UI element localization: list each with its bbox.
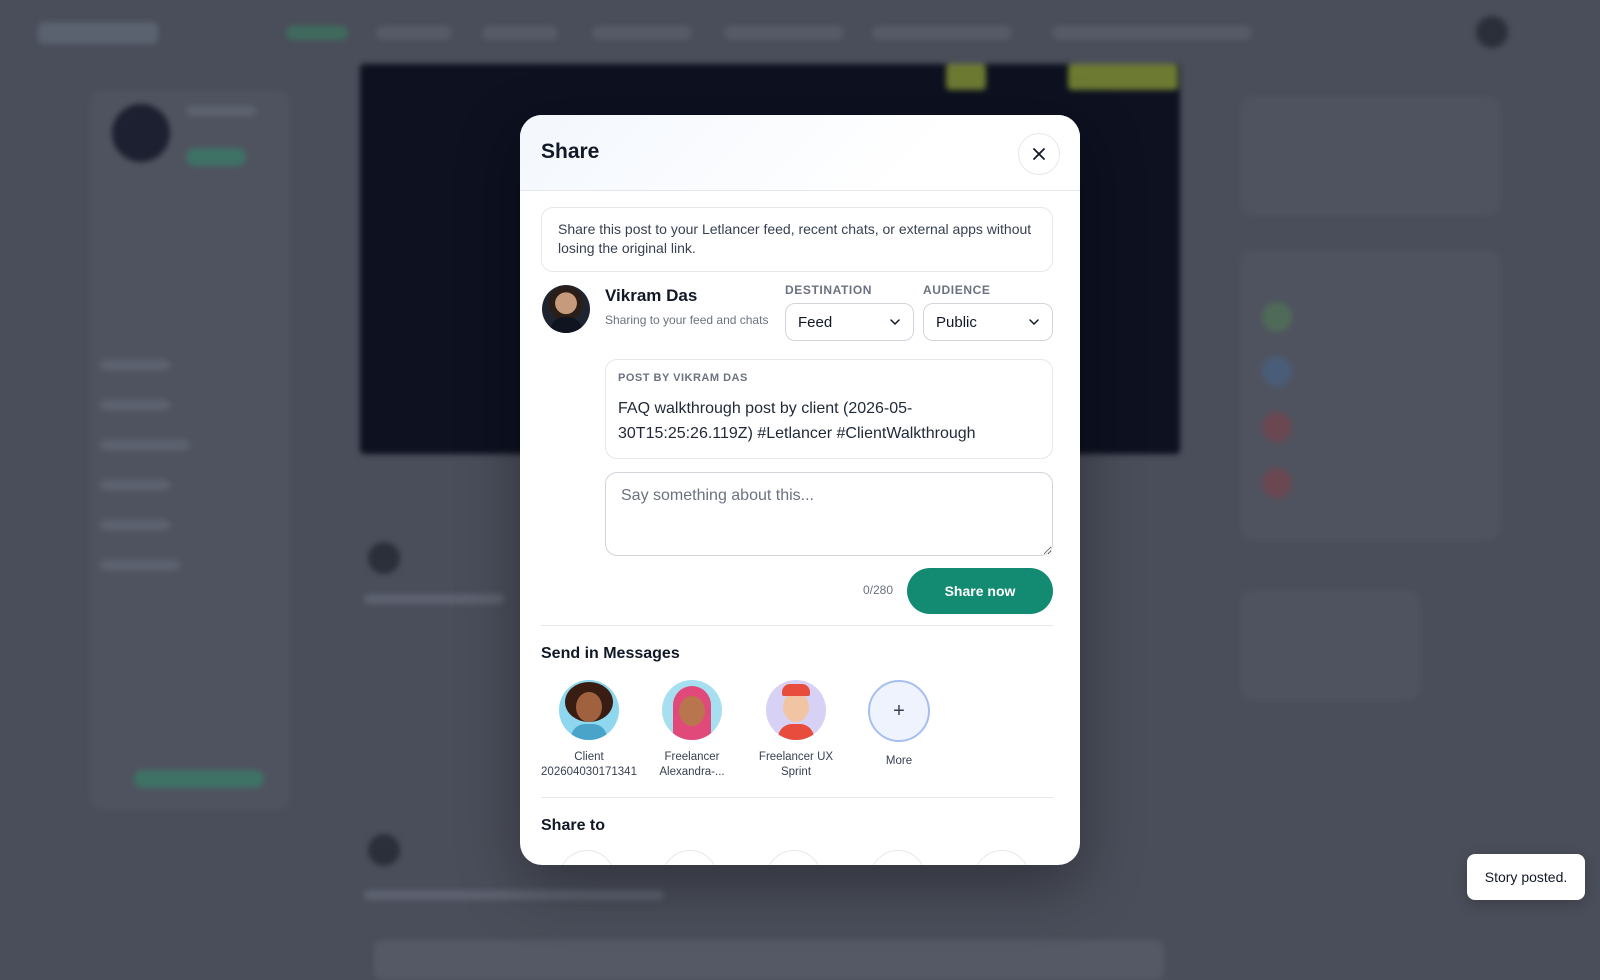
contact-avatar [559, 680, 619, 740]
share-info: Share this post to your Letlancer feed, … [541, 207, 1053, 272]
character-counter: 0/280 [863, 583, 894, 597]
app-logo [38, 22, 158, 44]
menu-line [100, 480, 170, 490]
sidebar-card [1240, 590, 1420, 700]
profile-badge [186, 148, 246, 166]
contact-item[interactable]: Freelancer Alexandra-... [640, 680, 744, 780]
share-app-button[interactable] [559, 850, 615, 865]
share-app-button[interactable] [766, 850, 822, 865]
user-name: Vikram Das [605, 286, 698, 305]
comment-input[interactable] [605, 472, 1053, 556]
divider [541, 797, 1053, 798]
nav-item [482, 26, 558, 40]
post-line [364, 594, 504, 604]
more-label: More [885, 755, 913, 767]
share-modal: Share Share this post to your Letlancer … [520, 115, 1080, 865]
nav-item [286, 26, 348, 40]
share-now-button[interactable]: Share now [907, 568, 1053, 614]
person-avatar [1262, 468, 1292, 498]
video-button [946, 64, 986, 90]
menu-line [100, 360, 170, 370]
post-line [364, 890, 664, 900]
video-button [1068, 64, 1178, 90]
top-navbar [0, 0, 1600, 64]
chevron-down-icon [1029, 319, 1039, 326]
destination-value: Feed [798, 313, 833, 331]
more-contacts-button[interactable]: + More [847, 680, 951, 769]
nav-item [724, 26, 844, 40]
post-text: FAQ walkthrough post by client (2026-05-… [618, 400, 976, 442]
profile-avatar [112, 104, 170, 162]
contact-name: Freelancer Alexandra-... [659, 751, 725, 778]
post-avatar [368, 834, 400, 866]
sidebar-card [1240, 96, 1500, 216]
contact-avatar [766, 680, 826, 740]
destination-select[interactable]: Feed [785, 303, 914, 341]
menu-line [100, 520, 170, 530]
share-app-button[interactable] [662, 850, 718, 865]
user-subtitle: Sharing to your feed and chats [605, 313, 769, 327]
audience-select[interactable]: Public [923, 303, 1053, 341]
contact-name: Freelancer UX Sprint [758, 751, 834, 778]
contact-avatar [662, 680, 722, 740]
person-avatar [1262, 356, 1292, 386]
profile-card [90, 90, 290, 810]
user-avatar [542, 285, 590, 333]
person-avatar [1262, 302, 1292, 332]
nav-item [376, 26, 452, 40]
audience-value: Public [936, 313, 977, 331]
share-to-section-title: Share to [541, 817, 606, 834]
toast-notification: Story posted. [1467, 854, 1585, 900]
menu-line [100, 440, 190, 450]
modal-header: Share [520, 115, 1080, 191]
account-avatar [1476, 16, 1508, 48]
destination-label: DESTINATION [785, 283, 873, 297]
plus-icon: + [868, 680, 930, 742]
chevron-down-icon [890, 319, 900, 326]
post-author-label: POST BY VIKRAM DAS [618, 372, 748, 384]
menu-line [100, 560, 180, 570]
nav-item [872, 26, 1012, 40]
nav-item [1052, 26, 1252, 40]
menu-line [100, 400, 170, 410]
person-avatar [1262, 412, 1292, 442]
comment-bar [374, 940, 1164, 980]
contact-item[interactable]: Freelancer UX Sprint [744, 680, 848, 780]
profile-name-line [186, 106, 256, 116]
post-avatar [368, 542, 400, 574]
share-app-button[interactable] [870, 850, 926, 865]
divider [541, 625, 1053, 626]
post-preview: POST BY VIKRAM DAS FAQ walkthrough post … [605, 359, 1053, 459]
nav-item [592, 26, 692, 40]
messages-section-title: Send in Messages [541, 645, 680, 662]
audience-label: AUDIENCE [923, 283, 991, 297]
modal-title: Share [541, 140, 600, 163]
contact-item[interactable]: Client 202604030171341 [537, 680, 641, 780]
profile-cta [134, 770, 264, 788]
contact-name: Client 202604030171341 [541, 751, 637, 778]
share-app-button[interactable] [974, 850, 1030, 865]
close-icon [1033, 148, 1045, 160]
close-button[interactable] [1018, 133, 1060, 175]
